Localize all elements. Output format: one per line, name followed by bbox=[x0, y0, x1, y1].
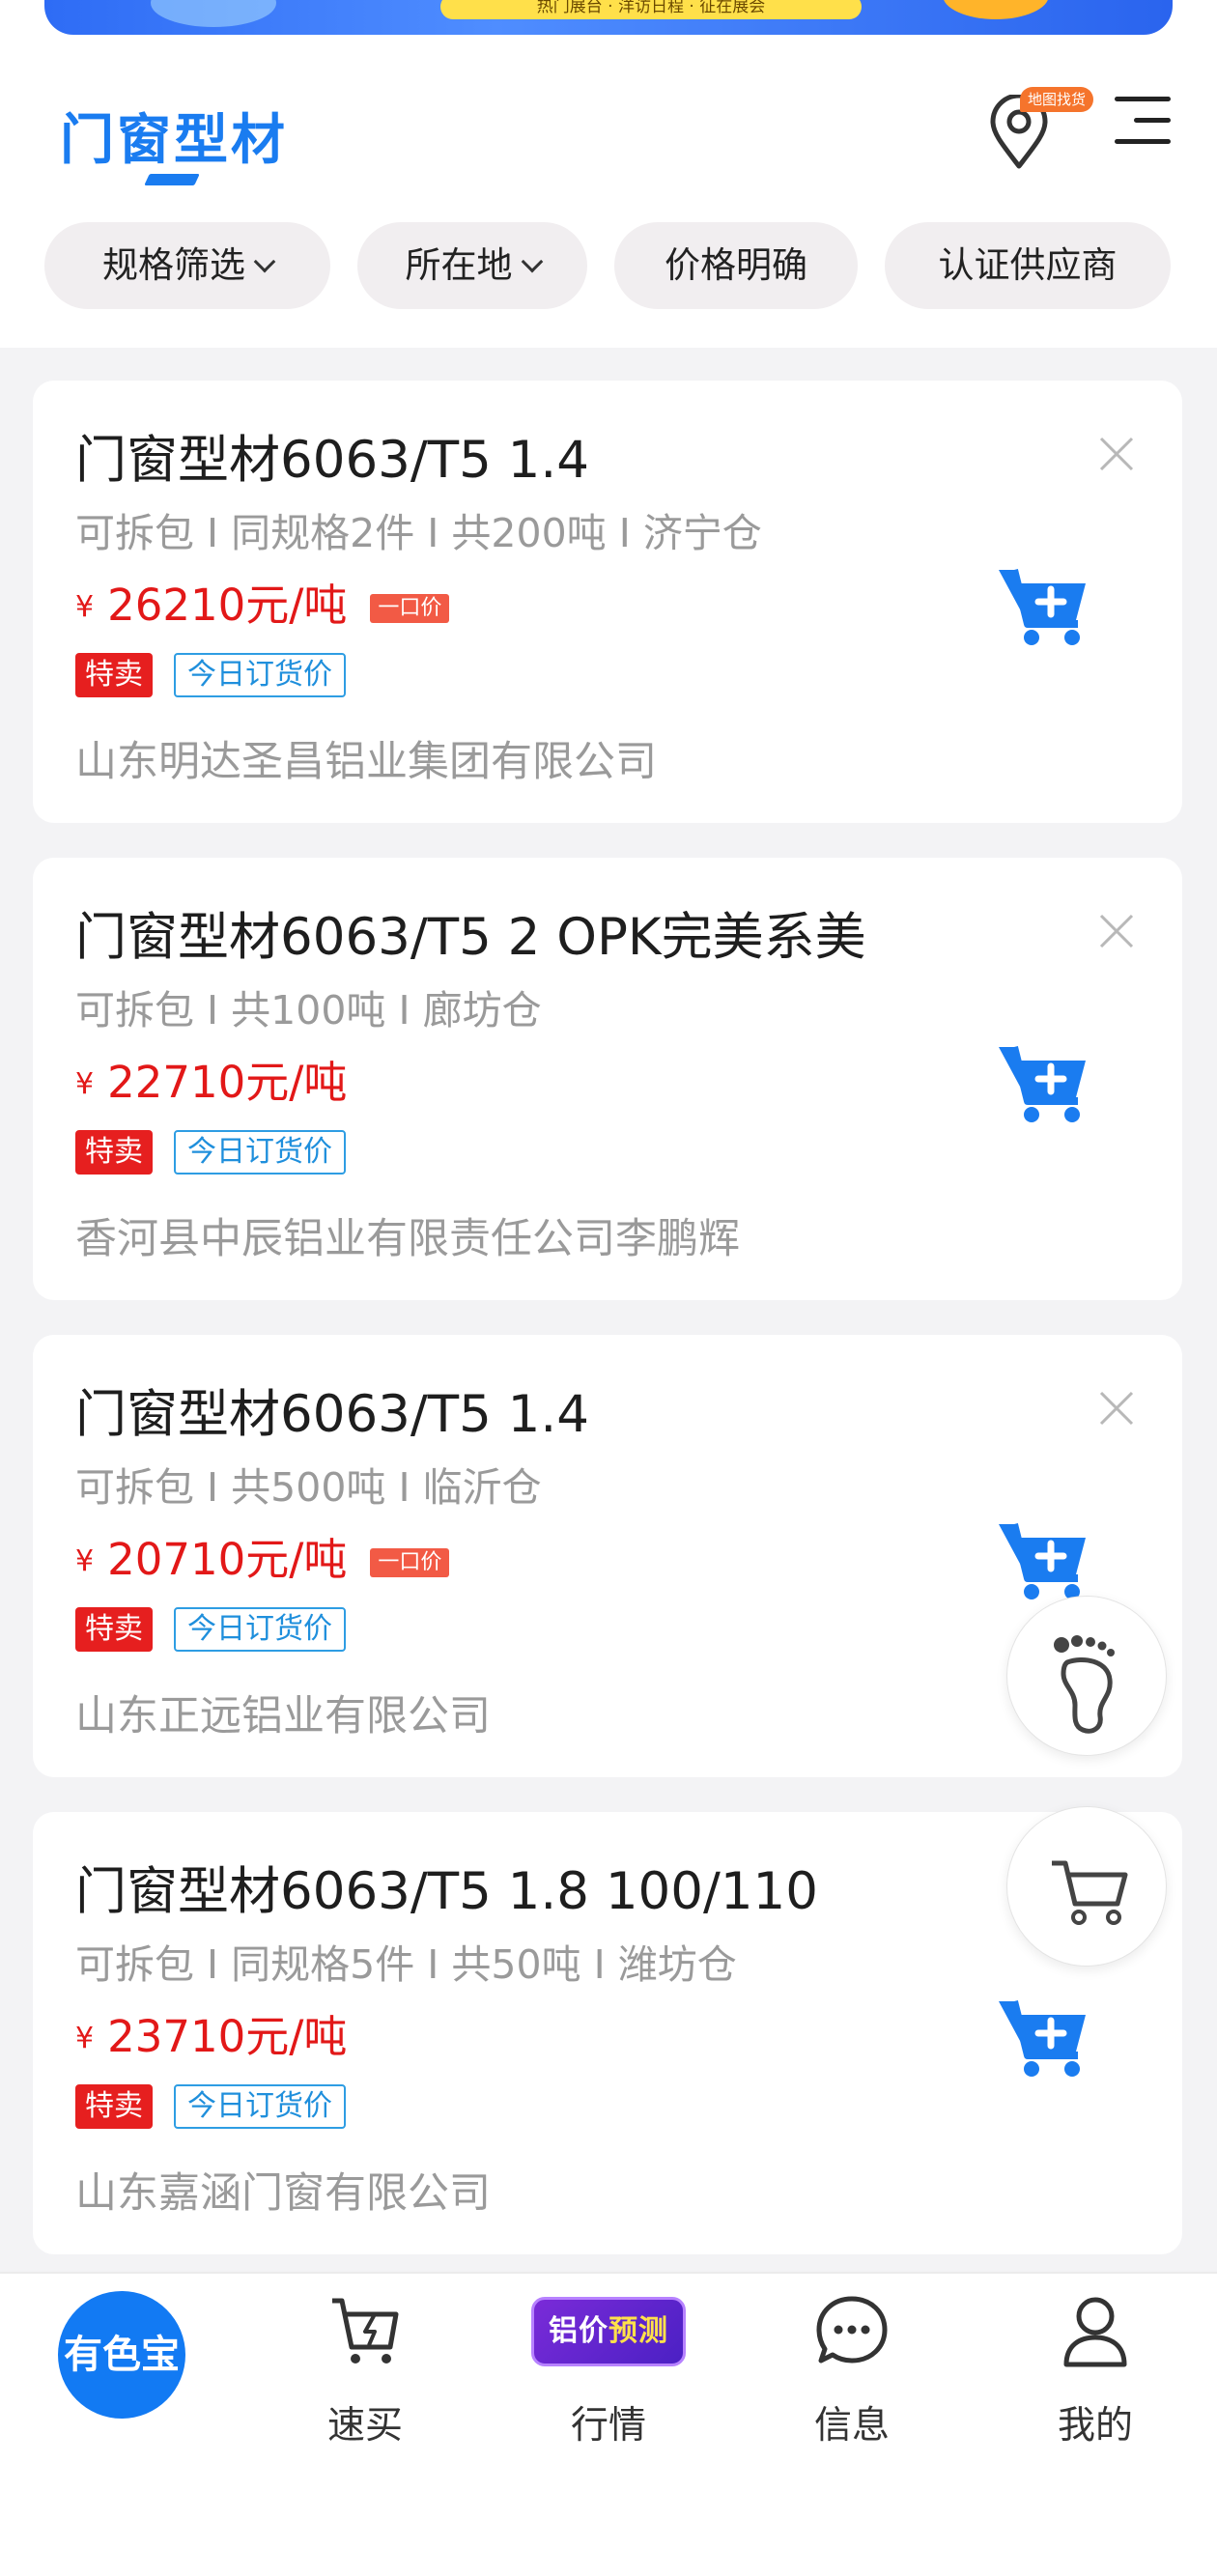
product-tags: 特卖 今日订货价 bbox=[75, 1607, 346, 1656]
add-to-cart-icon[interactable] bbox=[995, 562, 1091, 649]
currency-symbol: ¥ bbox=[75, 1067, 95, 1101]
title-underline bbox=[144, 174, 200, 185]
currency-symbol: ¥ bbox=[75, 590, 95, 624]
footprint-icon bbox=[1054, 1635, 1115, 1734]
page-title: 门窗型材 bbox=[60, 109, 288, 172]
chevron-down-icon bbox=[253, 250, 276, 273]
shopping-cart-button[interactable] bbox=[1006, 1806, 1167, 1967]
chat-bubble-icon bbox=[816, 2296, 888, 2364]
chevron-down-icon bbox=[521, 250, 543, 273]
nav-messages-label: 信息 bbox=[813, 2404, 890, 2448]
aluminum-forecast-badge: 铝价预测 bbox=[531, 2297, 686, 2366]
menu-icon[interactable] bbox=[1115, 97, 1173, 151]
product-name: 门窗型材6063/T5 2 OPK完美系美 bbox=[75, 908, 866, 967]
nav-mine-label: 我的 bbox=[1057, 2404, 1133, 2448]
product-card[interactable]: 门窗型材6063/T5 1.4 可拆包 I 同规格2件 I 共200吨 I 济宁… bbox=[33, 381, 1182, 823]
price-value: 22710元/吨 bbox=[107, 1057, 348, 1108]
nav-quick-buy[interactable]: 速买 bbox=[269, 2293, 462, 2448]
special-sale-tag: 特卖 bbox=[75, 2084, 153, 2129]
add-to-cart-icon[interactable] bbox=[995, 1994, 1091, 2081]
product-name: 门窗型材6063/T5 1.8 100/110 bbox=[75, 1862, 818, 1921]
lightning-cart-icon bbox=[332, 2298, 399, 2364]
special-sale-tag: 特卖 bbox=[75, 653, 153, 697]
close-icon[interactable] bbox=[1095, 1387, 1138, 1430]
today-price-tag: 今日订货价 bbox=[174, 2084, 346, 2129]
currency-symbol: ¥ bbox=[75, 1544, 95, 1578]
supplier-name[interactable]: 山东明达圣昌铝业集团有限公司 bbox=[75, 728, 657, 788]
close-icon[interactable] bbox=[1095, 910, 1138, 952]
nav-market[interactable]: 铝价预测 行情 bbox=[512, 2293, 705, 2448]
product-tags: 特卖 今日订货价 bbox=[75, 1130, 346, 1178]
user-icon bbox=[1063, 2297, 1127, 2367]
special-sale-tag: 特卖 bbox=[75, 1130, 153, 1175]
product-meta: 可拆包 I 共500吨 I 临沂仓 bbox=[75, 1464, 542, 1511]
filter-certified-supplier[interactable]: 认证供应商 bbox=[885, 222, 1171, 309]
supplier-name[interactable]: 山东正远铝业有限公司 bbox=[75, 1683, 491, 1742]
filter-location[interactable]: 所在地 bbox=[357, 222, 587, 309]
product-meta: 可拆包 I 同规格2件 I 共200吨 I 济宁仓 bbox=[75, 510, 762, 556]
product-price: ¥22710元/吨 bbox=[75, 1047, 347, 1110]
bottom-nav: 有色宝 速买 铝价预测 行情 信息 我的 bbox=[0, 2272, 1217, 2576]
close-icon[interactable] bbox=[1095, 433, 1138, 475]
product-meta: 可拆包 I 共100吨 I 廊坊仓 bbox=[75, 987, 542, 1033]
filter-spec-label: 规格筛选 bbox=[102, 244, 245, 286]
filter-price-clear[interactable]: 价格明确 bbox=[614, 222, 858, 309]
filter-certified-label: 认证供应商 bbox=[938, 244, 1118, 286]
banner-decoration bbox=[151, 0, 276, 27]
filter-location-label: 所在地 bbox=[405, 244, 513, 286]
fixed-price-tag: 一口价 bbox=[370, 1548, 450, 1577]
product-card[interactable]: 门窗型材6063/T5 2 OPK完美系美 可拆包 I 共100吨 I 廊坊仓 … bbox=[33, 858, 1182, 1300]
currency-symbol: ¥ bbox=[75, 2022, 95, 2055]
add-to-cart-icon[interactable] bbox=[995, 1516, 1091, 1603]
product-tags: 特卖 今日订货价 bbox=[75, 2084, 346, 2133]
price-value: 26210元/吨 bbox=[107, 580, 348, 631]
special-sale-tag: 特卖 bbox=[75, 1607, 153, 1652]
add-to-cart-icon[interactable] bbox=[995, 1039, 1091, 1126]
supplier-name[interactable]: 山东嘉涵门窗有限公司 bbox=[75, 2160, 491, 2220]
map-search-button[interactable]: 地图找货 bbox=[985, 87, 1094, 169]
today-price-tag: 今日订货价 bbox=[174, 653, 346, 697]
banner-strip: 热门展台 · 洋访日程 · 征在展会 bbox=[0, 0, 1217, 37]
product-meta: 可拆包 I 同规格5件 I 共50吨 I 潍坊仓 bbox=[75, 1941, 737, 1988]
nav-market-label: 行情 bbox=[570, 2404, 646, 2448]
product-name: 门窗型材6063/T5 1.4 bbox=[75, 1385, 589, 1444]
footprint-history-button[interactable] bbox=[1006, 1596, 1167, 1756]
product-name: 门窗型材6063/T5 1.4 bbox=[75, 431, 589, 490]
nav-mine[interactable]: 我的 bbox=[999, 2293, 1192, 2448]
product-price: ¥23710元/吨 bbox=[75, 2001, 347, 2064]
price-value: 23710元/吨 bbox=[107, 2011, 348, 2062]
price-value: 20710元/吨 bbox=[107, 1534, 348, 1585]
filter-spec[interactable]: 规格筛选 bbox=[44, 222, 330, 309]
filter-price-clear-label: 价格明确 bbox=[665, 244, 807, 286]
nav-quick-buy-label: 速买 bbox=[326, 2404, 403, 2448]
page: 热门展台 · 洋访日程 · 征在展会 门窗型材 地图找货 规格筛选 所在地 价格… bbox=[0, 0, 1217, 2576]
map-badge: 地图找货 bbox=[1020, 87, 1094, 112]
supplier-name[interactable]: 香河县中辰铝业有限责任公司李鹏辉 bbox=[75, 1205, 740, 1265]
today-price-tag: 今日订货价 bbox=[174, 1130, 346, 1175]
promo-banner[interactable]: 热门展台 · 洋访日程 · 征在展会 bbox=[44, 0, 1173, 35]
product-price: ¥20710元/吨 一口价 bbox=[75, 1524, 450, 1587]
banner-text: 热门展台 · 洋访日程 · 征在展会 bbox=[440, 0, 862, 19]
banner-decoration bbox=[943, 0, 1049, 19]
nav-home[interactable]: 有色宝 bbox=[58, 2291, 185, 2419]
shopping-cart-icon bbox=[1052, 1860, 1128, 1925]
forecast-badge-text-b: 预测 bbox=[608, 2314, 668, 2348]
header: 门窗型材 地图找货 规格筛选 所在地 价格明确 认证供应商 bbox=[0, 37, 1217, 348]
nav-messages[interactable]: 信息 bbox=[755, 2293, 948, 2448]
today-price-tag: 今日订货价 bbox=[174, 1607, 346, 1652]
product-price: ¥26210元/吨 一口价 bbox=[75, 570, 450, 633]
filter-bar: 规格筛选 所在地 价格明确 认证供应商 bbox=[44, 222, 1184, 309]
fixed-price-tag: 一口价 bbox=[370, 594, 450, 623]
forecast-badge-text-a: 铝价 bbox=[549, 2314, 608, 2348]
product-tags: 特卖 今日订货价 bbox=[75, 653, 346, 701]
